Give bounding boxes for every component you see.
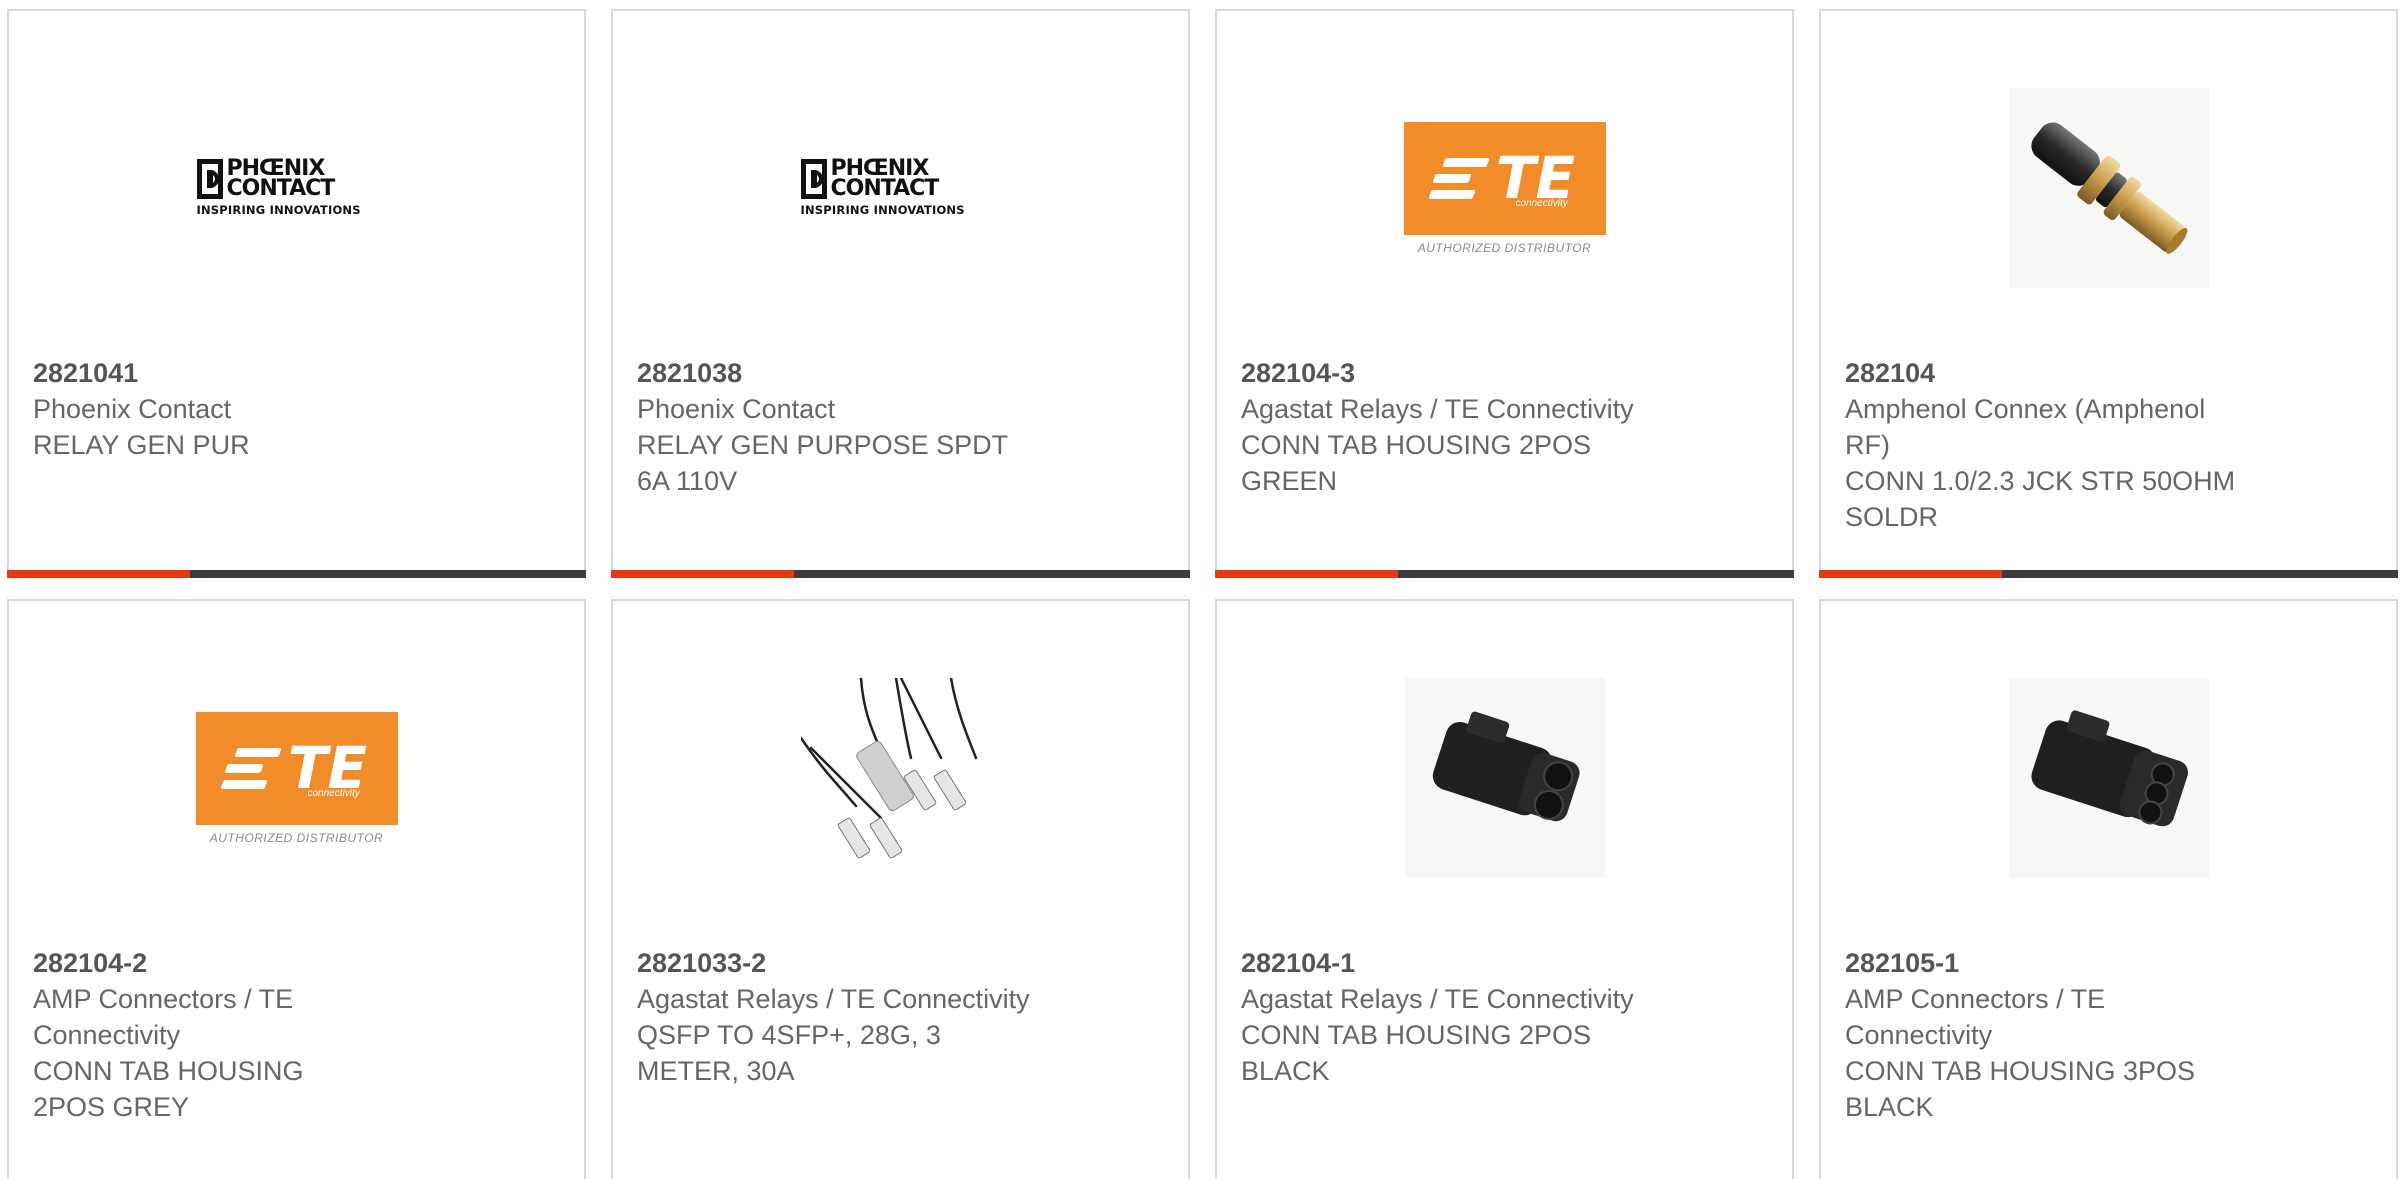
product-card[interactable]: 282105-1 AMP Connectors / TE Connectivit… bbox=[1819, 599, 2398, 1179]
part-number[interactable]: 282104-3 bbox=[1241, 355, 1661, 391]
card-accent-bar bbox=[1819, 570, 2398, 578]
product-card[interactable]: TE connectivity AUTHORIZED DISTRIBUTOR 2… bbox=[1215, 9, 1794, 578]
te-logo-lines-icon bbox=[1428, 157, 1490, 199]
product-card[interactable]: PHŒNIX CONTACT INSPIRING INNOVATIONS 282… bbox=[7, 9, 586, 578]
part-number[interactable]: 282104 bbox=[1845, 355, 2245, 391]
product-image[interactable] bbox=[2008, 88, 2209, 288]
product-image[interactable] bbox=[1404, 678, 1605, 878]
description: CONN TAB HOUSING 3POS BLACK bbox=[1845, 1056, 2196, 1122]
phoenix-logo-mark-icon bbox=[800, 159, 827, 199]
product-image[interactable] bbox=[800, 678, 1001, 878]
product-image[interactable]: PHŒNIX CONTACT INSPIRING INNOVATIONS bbox=[196, 88, 397, 288]
part-number[interactable]: 282105-1 bbox=[1845, 945, 2245, 981]
part-number[interactable]: 2821038 bbox=[637, 355, 1037, 391]
product-card[interactable]: 282104 Amphenol Connex (Amphenol RF) CON… bbox=[1819, 9, 2398, 578]
product-image[interactable]: TE connectivity AUTHORIZED DISTRIBUTOR bbox=[1403, 88, 1606, 288]
manufacturer: Agastat Relays / TE Connectivity bbox=[1241, 394, 1634, 424]
part-number[interactable]: 2821033-2 bbox=[637, 945, 1057, 981]
product-image[interactable] bbox=[2008, 678, 2209, 878]
manufacturer: AMP Connectors / TE Connectivity bbox=[1845, 984, 2106, 1050]
manufacturer: Amphenol Connex (Amphenol RF) bbox=[1845, 394, 2206, 460]
card-accent-bar bbox=[1215, 570, 1794, 578]
connector-housing-3pos-icon bbox=[2030, 710, 2188, 827]
description: RELAY GEN PUR bbox=[33, 430, 250, 460]
product-image[interactable]: PHŒNIX CONTACT INSPIRING INNOVATIONS bbox=[800, 88, 1001, 288]
description: CONN TAB HOUSING 2POS GREEN bbox=[1241, 430, 1592, 496]
phoenix-logo-mark-icon bbox=[196, 159, 223, 199]
description: CONN TAB HOUSING 2POS BLACK bbox=[1241, 1020, 1592, 1086]
card-accent-bar bbox=[7, 570, 586, 578]
rf-connector-icon bbox=[2030, 122, 2187, 254]
product-card[interactable]: TE connectivity AUTHORIZED DISTRIBUTOR 2… bbox=[7, 599, 586, 1179]
description: QSFP TO 4SFP+, 28G, 3 METER, 30A bbox=[637, 1020, 941, 1086]
description: CONN TAB HOUSING 2POS GREY bbox=[33, 1056, 304, 1122]
part-number[interactable]: 282104-1 bbox=[1241, 945, 1661, 981]
description: CONN 1.0/2.3 JCK STR 50OHM SOLDR bbox=[1845, 466, 2236, 532]
part-number[interactable]: 282104-2 bbox=[33, 945, 373, 981]
product-grid: PHŒNIX CONTACT INSPIRING INNOVATIONS 282… bbox=[0, 0, 2400, 1179]
manufacturer: Phoenix Contact bbox=[33, 394, 232, 424]
product-card[interactable]: 2821033-2 Agastat Relays / TE Connectivi… bbox=[611, 599, 1190, 1179]
manufacturer: Agastat Relays / TE Connectivity bbox=[637, 984, 1030, 1014]
phoenix-contact-logo: PHŒNIX CONTACT INSPIRING INNOVATIONS bbox=[196, 156, 361, 217]
qsfp-cable-icon bbox=[800, 678, 977, 859]
connector-housing-2pos-icon bbox=[1432, 711, 1580, 822]
phoenix-contact-logo: PHŒNIX CONTACT INSPIRING INNOVATIONS bbox=[800, 156, 965, 217]
card-accent-bar bbox=[611, 570, 1190, 578]
manufacturer: AMP Connectors / TE Connectivity bbox=[33, 984, 294, 1050]
product-image[interactable]: TE connectivity AUTHORIZED DISTRIBUTOR bbox=[195, 678, 398, 878]
te-connectivity-logo: TE connectivity AUTHORIZED DISTRIBUTOR bbox=[1403, 121, 1606, 255]
product-card[interactable]: PHŒNIX CONTACT INSPIRING INNOVATIONS 282… bbox=[611, 9, 1190, 578]
manufacturer: Agastat Relays / TE Connectivity bbox=[1241, 984, 1634, 1014]
description: RELAY GEN PURPOSE SPDT 6A 110V bbox=[637, 430, 1008, 496]
manufacturer: Phoenix Contact bbox=[637, 394, 836, 424]
part-number[interactable]: 2821041 bbox=[33, 355, 453, 391]
te-connectivity-logo: TE connectivity AUTHORIZED DISTRIBUTOR bbox=[195, 711, 398, 845]
te-logo-lines-icon bbox=[220, 747, 282, 789]
product-card[interactable]: 282104-1 Agastat Relays / TE Connectivit… bbox=[1215, 599, 1794, 1179]
